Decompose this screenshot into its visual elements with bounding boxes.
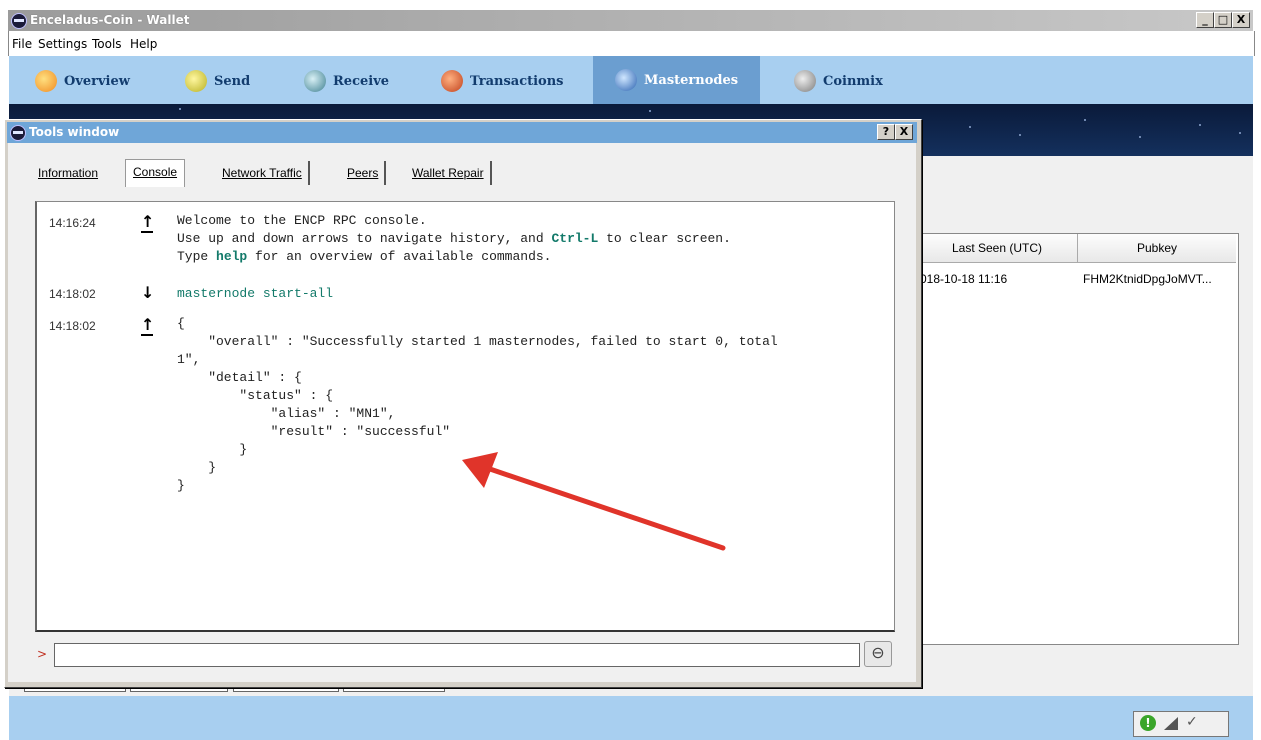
annotation-arrow (462, 452, 726, 551)
